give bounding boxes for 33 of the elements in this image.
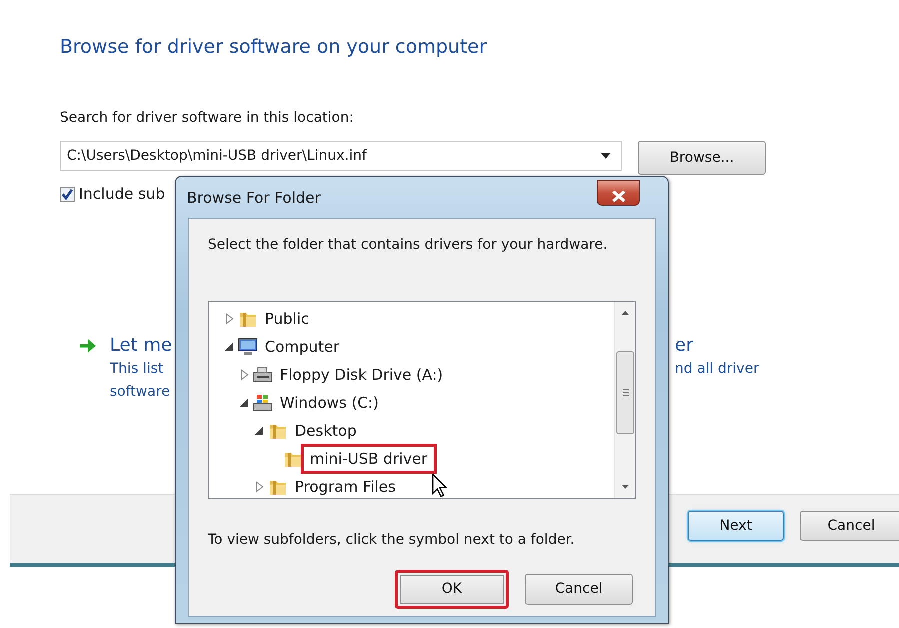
checkbox-label: Include sub	[79, 184, 166, 205]
field-label: Search for driver software in this location:	[60, 109, 355, 128]
hard-drive-icon	[252, 392, 274, 414]
tree-item[interactable]: Floppy Disk Drive (A:)	[271, 360, 452, 390]
option-description: nd all driver	[675, 360, 760, 378]
hint-text: To view subfolders, click the symbol next to a folder.	[208, 531, 575, 550]
tree-item[interactable]: Computer	[256, 332, 349, 362]
tree-item[interactable]: Windows (C:)	[271, 388, 388, 418]
path-dropdown[interactable]: C:\Users\Desktop\mini-USB driver\Linux.inf	[60, 141, 622, 171]
cancel-button[interactable]: Cancel	[525, 574, 633, 605]
arrow-icon	[80, 338, 96, 352]
checkbox[interactable]	[60, 186, 75, 202]
tree-item[interactable]: Program Files	[286, 472, 405, 498]
instruction-text: Select the folder that contains drivers for your hardware.	[208, 236, 608, 255]
close-button[interactable]	[597, 180, 640, 206]
tree-item[interactable]: Public	[256, 304, 318, 334]
cancel-button[interactable]: Cancel	[800, 511, 899, 541]
page-heading: Browse for driver software on your computer	[60, 36, 488, 60]
checkmark-icon	[61, 188, 74, 201]
dialog-title: Browse For Folder	[187, 188, 321, 209]
tree-item[interactable]: mini-USB driver	[301, 444, 437, 474]
option-title[interactable]: Let me	[110, 334, 176, 358]
scrollbar[interactable]	[614, 302, 635, 498]
option-description: software	[110, 382, 172, 402]
browse-button[interactable]: Browse...	[638, 141, 766, 175]
computer-icon	[237, 336, 259, 358]
close-icon	[612, 190, 626, 202]
option-description: This list	[110, 360, 165, 378]
tree-item[interactable]: Desktop	[286, 416, 366, 446]
next-button[interactable]: Next	[688, 511, 784, 541]
ok-button[interactable]: OK	[395, 570, 509, 609]
caret-icon	[601, 153, 611, 159]
option-title[interactable]: er	[675, 334, 760, 358]
